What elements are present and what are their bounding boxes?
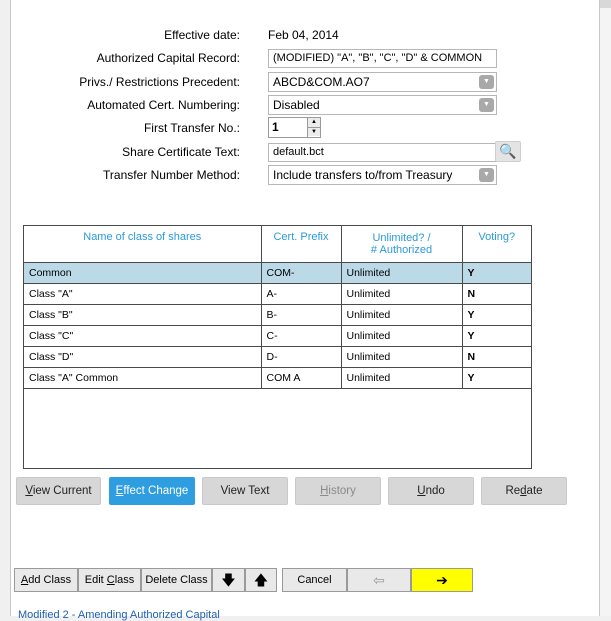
next-button[interactable]: ➔ [411,568,473,592]
cell-cert-prefix: COM A [261,367,342,389]
cell-authorized: Unlimited [341,304,463,326]
cell-authorized: Unlimited [341,367,463,389]
browse-button[interactable]: 🔍 [495,141,521,162]
move-up-button[interactable]: 🡅 [245,568,277,592]
history-label: istory [328,485,356,497]
transfer-method-label: Transfer Number Method: [103,168,240,182]
column-header-authorized[interactable]: Unlimited? / # Authorized [341,226,463,263]
authorized-capital-label: Authorized Capital Record: [96,51,240,65]
first-transfer-stepper[interactable]: 1 ▲ ▼ [268,117,321,138]
arrow-up-icon: 🡅 [253,572,269,588]
column-header-name[interactable]: Name of class of shares [24,226,262,263]
add-class-label: dd Class [28,574,72,586]
cell-voting: Y [462,304,531,326]
share-cert-text-label: Share Certificate Text: [122,145,240,159]
delete-class-button[interactable]: Delete Class [141,568,212,592]
undo-mnemonic: U [417,485,426,497]
dropdown-arrow-icon[interactable]: ▼ [479,168,494,182]
back-button[interactable]: ⇦ [347,568,411,592]
edit-class-label-end: lass [114,574,135,586]
cell-class-name: Class "A" [24,283,262,305]
effective-date-label: Effective date: [164,28,240,42]
increment-arrow-icon[interactable]: ▲ [308,118,320,127]
effect-change-button[interactable]: Effect Change [109,477,195,505]
cell-cert-prefix: B- [261,304,342,326]
status-text: Modified 2 - Amending Authorized Capital [18,609,220,621]
cell-voting: N [462,283,531,305]
arrow-left-icon: ⇦ [373,572,385,588]
dropdown-arrow-icon[interactable]: ▼ [479,98,494,112]
table-row[interactable]: Class "A" A- Unlimited N [24,283,531,305]
cell-cert-prefix: COM- [261,262,342,284]
cell-cert-prefix: D- [261,346,342,368]
arrow-right-icon: ➔ [436,572,448,588]
view-current-button[interactable]: View Current [16,477,101,505]
cell-voting: Y [462,262,531,284]
table-row[interactable]: Class "A" Common COM A Unlimited Y [24,367,531,389]
history-button[interactable]: History [295,477,381,505]
effect-change-label: ffect Change [123,485,189,497]
table-row[interactable]: Class "D" D- Unlimited N [24,346,531,368]
first-transfer-value: 1 [272,120,279,134]
view-current-mnemonic: V [25,485,33,497]
table-row[interactable]: Common COM- Unlimited Y [24,262,531,284]
cell-class-name: Class "A" Common [24,367,262,389]
scrollbar[interactable] [600,0,611,616]
undo-label: ndo [425,485,445,497]
column-header-prefix[interactable]: Cert. Prefix [261,226,342,263]
table-header-row: Name of class of shares Cert. Prefix Unl… [24,226,531,263]
table-row[interactable]: Class "C" C- Unlimited Y [24,325,531,347]
cert-numbering-label: Automated Cert. Numbering: [87,98,240,112]
cell-class-name: Class "D" [24,346,262,368]
cert-numbering-select[interactable]: Disabled ▼ [268,95,497,115]
cancel-button[interactable]: Cancel [282,568,347,592]
cell-class-name: Class "B" [24,304,262,326]
cell-authorized: Unlimited [341,325,463,347]
move-down-button[interactable]: 🡇 [212,568,245,592]
undo-button[interactable]: Undo [388,477,474,505]
authorized-capital-input[interactable]: (MODIFIED) "A", "B", "C", "D" & COMMON [268,49,497,68]
redate-button[interactable]: Redate [481,477,567,505]
effective-date-value: Feb 04, 2014 [268,28,339,42]
edit-class-button[interactable]: Edit Class [78,568,141,592]
search-icon: 🔍 [499,143,517,159]
scrollbar-thumb[interactable] [600,0,611,8]
view-text-button[interactable]: View Text [202,477,288,505]
cell-cert-prefix: A- [261,283,342,305]
decrement-arrow-icon[interactable]: ▼ [308,127,320,136]
cell-authorized: Unlimited [341,262,463,284]
share-cert-text-input[interactable]: default.bct [268,143,497,162]
privs-select-value: ABCD&COM.AO7 [273,75,370,89]
add-class-button[interactable]: Add Class [14,568,78,592]
edit-class-mnemonic: C [106,574,115,586]
column-header-authorized-line1: Unlimited? / [372,231,431,244]
redate-label-end: ate [526,485,543,497]
transfer-method-value: Include transfers to/from Treasury [273,168,453,182]
cell-class-name: Class "C" [24,325,262,347]
cell-authorized: Unlimited [341,283,463,305]
privs-label: Privs./ Restrictions Precedent: [79,75,240,89]
cell-cert-prefix: C- [261,325,342,347]
edit-class-label-start: Edit [84,574,107,586]
view-current-label: iew Current [32,485,92,497]
transfer-method-select[interactable]: Include transfers to/from Treasury ▼ [268,165,497,185]
share-classes-table: Name of class of shares Cert. Prefix Unl… [23,225,532,469]
cell-voting: Y [462,367,531,389]
column-header-authorized-line2: # Authorized [370,243,433,256]
cell-authorized: Unlimited [341,346,463,368]
dropdown-arrow-icon[interactable]: ▼ [479,75,494,89]
column-header-voting[interactable]: Voting? [462,226,531,263]
table-row[interactable]: Class "B" B- Unlimited Y [24,304,531,326]
cell-class-name: Common [24,262,262,284]
arrow-down-icon: 🡇 [221,572,236,588]
privs-select[interactable]: ABCD&COM.AO7 ▼ [268,72,497,92]
first-transfer-label: First Transfer No.: [143,121,240,135]
cell-voting: N [462,346,531,368]
redate-label-start: Re [505,485,521,497]
cell-voting: Y [462,325,531,347]
cert-numbering-value: Disabled [273,98,320,112]
